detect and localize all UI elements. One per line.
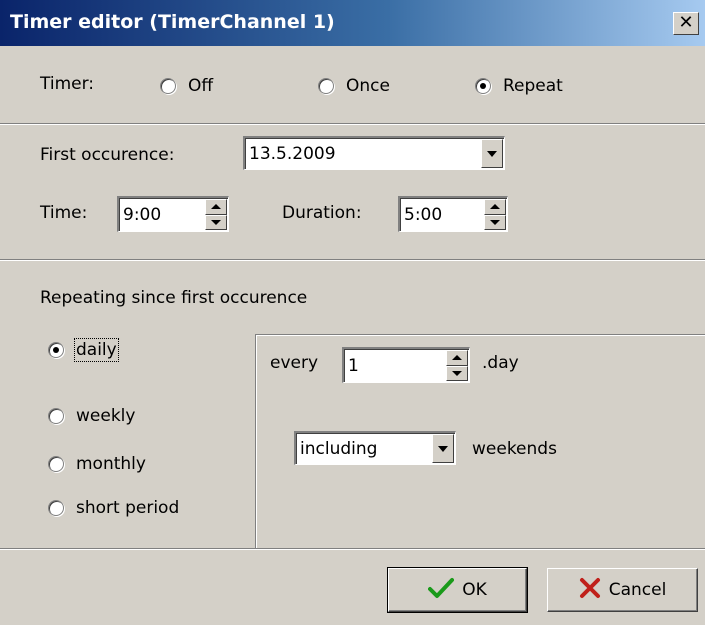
time-value: 9:00: [123, 204, 162, 225]
spinner-arrows-icon[interactable]: [446, 350, 468, 381]
mode-short-period-label: short period: [76, 498, 180, 518]
window-title: Timer editor (TimerChannel 1): [10, 11, 335, 33]
x-mark-icon: [579, 577, 601, 604]
duration-up-arrow[interactable]: [484, 199, 506, 215]
weekends-dropdown[interactable]: including: [294, 431, 456, 465]
every-up-arrow[interactable]: [446, 350, 468, 366]
day-suffix: .day: [482, 353, 519, 373]
ok-label: OK: [462, 580, 487, 600]
every-down-arrow[interactable]: [446, 365, 468, 381]
every-spinner[interactable]: 1: [342, 347, 470, 383]
radio-daily[interactable]: [48, 342, 64, 358]
separator-middle: [0, 259, 705, 261]
duration-value: 5:00: [404, 204, 443, 225]
timer-label: Timer:: [40, 74, 95, 94]
radio-weekly[interactable]: [48, 408, 64, 424]
chevron-down-icon[interactable]: [432, 434, 454, 463]
mode-monthly-label: monthly: [76, 454, 146, 474]
separator-top: [0, 123, 705, 125]
mode-daily[interactable]: daily: [48, 338, 119, 362]
timer-option-once-label: Once: [346, 76, 390, 96]
first-occurence-label: First occurence:: [40, 145, 175, 165]
close-button[interactable]: ✕: [673, 12, 699, 35]
timer-option-off[interactable]: Off: [160, 76, 213, 96]
every-label: every: [270, 353, 319, 373]
mode-monthly[interactable]: monthly: [48, 454, 146, 474]
mode-short-period[interactable]: short period: [48, 498, 179, 518]
weekends-label: weekends: [472, 439, 557, 459]
duration-spinner[interactable]: 5:00: [398, 196, 508, 232]
timer-option-repeat-label: Repeat: [503, 76, 563, 96]
timer-option-once[interactable]: Once: [318, 76, 390, 96]
duration-label: Duration:: [282, 203, 362, 223]
timer-option-off-label: Off: [188, 76, 214, 96]
spinner-arrows-icon[interactable]: [484, 199, 506, 230]
ok-button[interactable]: OK: [387, 567, 528, 613]
mode-daily-label: daily: [74, 338, 119, 362]
duration-down-arrow[interactable]: [484, 214, 506, 230]
time-up-arrow[interactable]: [205, 199, 227, 215]
first-occurence-value: 13.5.2009: [249, 143, 336, 164]
chevron-down-icon[interactable]: [481, 139, 503, 168]
mode-weekly-label: weekly: [76, 406, 136, 426]
repeating-header: Repeating since first occurence: [40, 288, 308, 308]
checkmark-icon: [428, 577, 455, 604]
separator-bottom: [0, 548, 705, 550]
close-icon: ✕: [678, 12, 694, 33]
timer-option-repeat[interactable]: Repeat: [475, 76, 563, 96]
title-bar: Timer editor (TimerChannel 1) ✕: [0, 0, 705, 46]
weekends-option-value: including: [300, 438, 378, 459]
radio-off[interactable]: [160, 78, 176, 94]
radio-repeat[interactable]: [475, 78, 491, 94]
radio-once[interactable]: [318, 78, 334, 94]
time-label: Time:: [40, 203, 88, 223]
cancel-label: Cancel: [608, 580, 667, 600]
time-spinner[interactable]: 9:00: [117, 196, 229, 232]
radio-monthly[interactable]: [48, 456, 64, 472]
every-value: 1: [348, 355, 359, 376]
radio-short-period[interactable]: [48, 500, 64, 516]
cancel-button[interactable]: Cancel: [547, 568, 698, 612]
repeat-options-panel: every 1 .day including weekends: [255, 334, 705, 549]
first-occurence-date-picker[interactable]: 13.5.2009: [243, 136, 505, 170]
mode-weekly[interactable]: weekly: [48, 406, 135, 426]
spinner-arrows-icon[interactable]: [205, 199, 227, 230]
timer-editor-window: Timer editor (TimerChannel 1) ✕ Timer: O…: [0, 0, 705, 625]
time-down-arrow[interactable]: [205, 214, 227, 230]
